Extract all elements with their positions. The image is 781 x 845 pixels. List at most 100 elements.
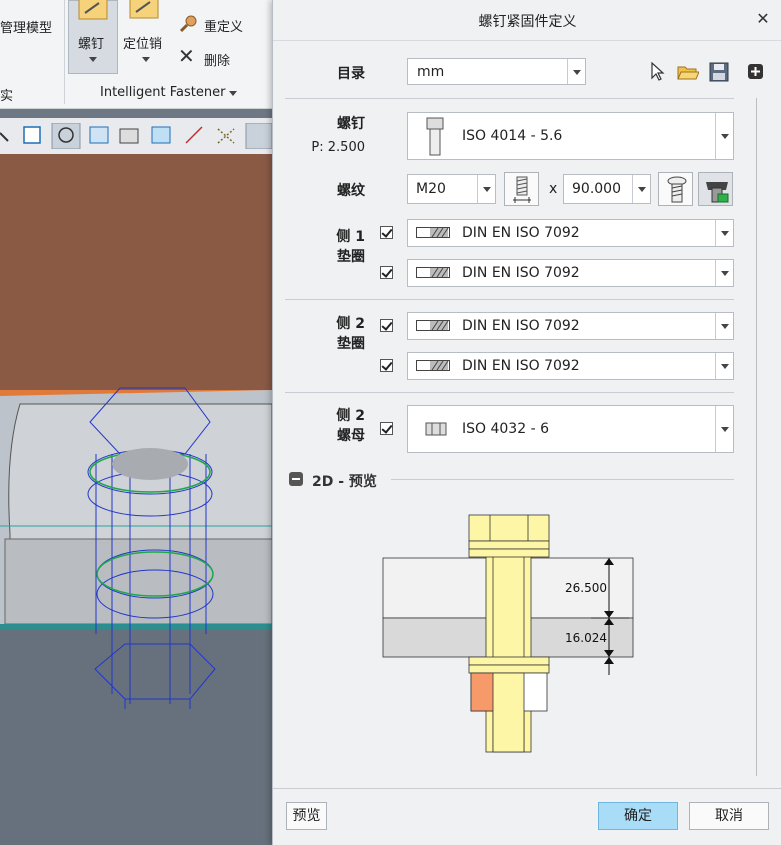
washer-icon (416, 227, 450, 238)
ribbon-divider (64, 0, 65, 104)
chevron-down-icon (477, 175, 495, 203)
open-folder-icon[interactable] (677, 62, 699, 82)
dimension-top: 26.500 (565, 581, 607, 595)
ok-button[interactable]: 确定 (598, 802, 678, 830)
dowel-button[interactable]: 定位销 (120, 0, 172, 74)
side2-washer2-dropdown[interactable]: DIN EN ISO 7092 (407, 352, 734, 380)
side2-washer2-value: DIN EN ISO 7092 (462, 358, 580, 374)
group-dropdown-arrow-icon (229, 91, 237, 96)
side2-nut-label: 侧 2 螺母 (313, 406, 365, 446)
times-label: x (549, 181, 558, 197)
dialog-title: 螺钉紧固件定义 (478, 14, 577, 30)
side2-washer2-checkbox[interactable] (380, 359, 393, 372)
thread-size-value: M20 (416, 181, 446, 197)
close-icon[interactable]: ✕ (753, 9, 773, 29)
cancel-button[interactable]: 取消 (689, 802, 769, 830)
side2-washer-label: 侧 2 垫圈 (313, 314, 365, 354)
intelligent-fastener-group[interactable]: Intelligent Fastener (66, 78, 272, 108)
separator (273, 788, 781, 789)
side1-washer2-value: DIN EN ISO 7092 (462, 265, 580, 281)
nut-value: ISO 4032 - 6 (462, 421, 549, 437)
side1-label: 侧 1 (336, 229, 365, 245)
washer-label: 垫圈 (337, 336, 365, 352)
thread-icon (513, 176, 531, 203)
separator (391, 479, 734, 480)
bolt-icon (426, 117, 444, 156)
washer-label: 垫圈 (337, 249, 365, 265)
washer-icon (416, 320, 450, 331)
dowel-dropdown-arrow-icon (142, 57, 150, 62)
side1-washer2-checkbox[interactable] (380, 266, 393, 279)
side1-washer-label: 侧 1 垫圈 (313, 227, 365, 267)
collapse-icon[interactable] (289, 472, 303, 486)
side2-washer1-dropdown[interactable]: DIN EN ISO 7092 (407, 312, 734, 340)
side1-washer1-dropdown[interactable]: DIN EN ISO 7092 (407, 219, 734, 247)
chevron-down-icon (715, 113, 733, 159)
dowel-icon (129, 0, 159, 19)
nut-label: 螺母 (337, 428, 365, 444)
side2-label: 侧 2 (336, 316, 365, 332)
minus-glyph (292, 478, 300, 480)
side1-washer1-value: DIN EN ISO 7092 (462, 225, 580, 241)
thread-label: 螺纹 (337, 183, 365, 199)
chevron-down-icon (715, 220, 733, 246)
separator (285, 299, 734, 300)
redefine-label: 重定义 (204, 20, 244, 35)
3d-viewport[interactable] (0, 154, 272, 845)
washer-icon (416, 267, 450, 278)
screw-fastener-definition-dialog: 螺钉紧固件定义 ✕ 目录 mm 螺钉 P: 2.500 ISO 4014 - 5… (272, 0, 781, 845)
separator (285, 392, 734, 393)
add-icon[interactable] (747, 63, 765, 81)
intelligent-fastener-label: Intelligent Fastener (100, 85, 226, 100)
dimension-bottom: 16.024 (565, 631, 607, 645)
save-icon[interactable] (709, 62, 729, 82)
separator (285, 98, 734, 99)
side1-washer2-dropdown[interactable]: DIN EN ISO 7092 (407, 259, 734, 287)
cursor-select-icon[interactable] (649, 62, 665, 82)
screw-label: 螺钉 (337, 116, 365, 132)
nut-dropdown[interactable]: ISO 4032 - 6 (407, 405, 734, 453)
preview-button[interactable]: 预览 (286, 802, 327, 830)
screw-options-icon (667, 176, 687, 203)
screw-dropdown-arrow-icon (89, 57, 97, 62)
ribbon-manage-model-label[interactable]: 管理模型 (0, 17, 52, 36)
redefine-button[interactable]: 重定义 (178, 14, 258, 36)
side2-washer1-checkbox[interactable] (380, 319, 393, 332)
side1-washer1-checkbox[interactable] (380, 226, 393, 239)
chevron-down-icon (715, 260, 733, 286)
dowel-button-label: 定位销 (123, 37, 163, 52)
side2-washer1-value: DIN EN ISO 7092 (462, 318, 580, 334)
thread-length-value: 90.000 (572, 181, 621, 197)
screw-dropdown[interactable]: ISO 4014 - 5.6 (407, 112, 734, 160)
screw-options-button[interactable] (658, 172, 693, 206)
preview-section-title: 2D - 预览 (312, 474, 377, 490)
chevron-down-icon (632, 175, 650, 203)
screw-value: ISO 4014 - 5.6 (462, 128, 563, 144)
catalog-dropdown[interactable]: mm (407, 58, 586, 85)
delete-button[interactable]: ✕ 删除 (178, 44, 258, 69)
pitch-label: P: 2.500 (311, 140, 365, 155)
thread-length-button[interactable] (504, 172, 539, 206)
2d-preview-drawing (382, 514, 634, 753)
chevron-down-icon (715, 313, 733, 339)
chevron-down-icon (567, 59, 585, 84)
delete-label: 删除 (204, 54, 231, 69)
3d-model-scene (0, 154, 272, 845)
scrollbar-track[interactable] (756, 98, 757, 776)
dialog-title-bar[interactable]: 螺钉紧固件定义 ✕ (273, 0, 781, 41)
nut-checkbox[interactable] (380, 422, 393, 435)
brush-icon (179, 15, 197, 33)
thread-length-dropdown[interactable]: 90.000 (563, 174, 651, 204)
chevron-down-icon (715, 353, 733, 379)
chevron-down-icon (715, 406, 733, 452)
side2-label: 侧 2 (336, 408, 365, 424)
screw-button-label: 螺钉 (78, 37, 105, 52)
catalog-value: mm (417, 64, 445, 80)
view-toolbar (0, 118, 272, 154)
washer-icon (416, 360, 450, 371)
hole-options-button[interactable] (698, 172, 733, 206)
thread-size-dropdown[interactable]: M20 (407, 174, 496, 204)
catalog-label: 目录 (337, 66, 365, 82)
screw-button[interactable]: 螺钉 (68, 0, 118, 74)
hole-options-icon (706, 182, 729, 203)
